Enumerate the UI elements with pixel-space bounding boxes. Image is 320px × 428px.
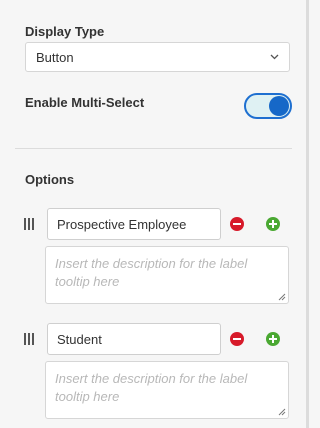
panel-edge xyxy=(306,0,309,428)
multi-select-toggle[interactable] xyxy=(244,93,292,119)
drag-handle-icon[interactable] xyxy=(24,333,36,345)
section-divider xyxy=(15,148,292,149)
option-label-text: Prospective Employee xyxy=(57,216,187,232)
toggle-knob xyxy=(269,96,289,116)
resize-handle-icon[interactable] xyxy=(278,293,286,301)
add-option-button[interactable] xyxy=(266,332,280,346)
description-placeholder: Insert the description for the label too… xyxy=(55,371,248,404)
option-description-field[interactable]: Insert the description for the label too… xyxy=(45,361,289,419)
display-type-label: Display Type xyxy=(25,24,105,39)
display-type-value: Button xyxy=(36,49,74,65)
options-heading: Options xyxy=(25,172,75,187)
remove-option-button[interactable] xyxy=(230,332,244,346)
add-option-button[interactable] xyxy=(266,217,280,231)
drag-handle-icon[interactable] xyxy=(24,218,36,230)
display-type-select[interactable]: Button xyxy=(25,42,290,72)
option-label-input[interactable]: Prospective Employee xyxy=(47,208,221,240)
resize-handle-icon[interactable] xyxy=(278,408,286,416)
option-label-input[interactable]: Student xyxy=(47,323,221,355)
option-description-field[interactable]: Insert the description for the label too… xyxy=(45,246,289,304)
description-placeholder: Insert the description for the label too… xyxy=(55,256,248,289)
chevron-down-icon xyxy=(269,52,279,62)
remove-option-button[interactable] xyxy=(230,217,244,231)
option-label-text: Student xyxy=(57,331,102,347)
multi-select-label: Enable Multi-Select xyxy=(25,95,145,110)
